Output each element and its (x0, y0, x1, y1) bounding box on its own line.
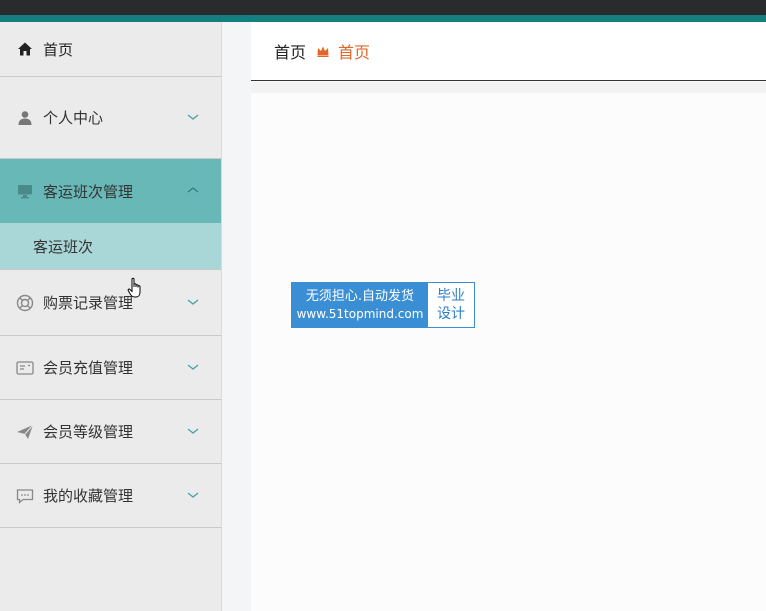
watermark-right-panel: 毕业 设计 (428, 283, 474, 327)
sidebar-item-label: 购票记录管理 (43, 294, 134, 312)
watermark-right-line1: 毕业 (437, 288, 465, 304)
sidebar-item-label: 会员充值管理 (43, 359, 134, 377)
chat-icon (16, 487, 34, 505)
monitor-icon (16, 182, 34, 200)
breadcrumb: 首页 首页 (251, 22, 766, 81)
watermark-badge: 无须担心.自动发货 www.51topmind.com 毕业 设计 (291, 282, 475, 328)
breadcrumb-current: 首页 (338, 43, 371, 62)
paper-plane-icon (16, 423, 34, 441)
sidebar-item-trip-management[interactable]: 客运班次管理 (0, 159, 221, 223)
chevron-down-icon (187, 489, 199, 503)
header-accent-strip (0, 15, 766, 22)
watermark-slogan: 无须担心.自动发货 (305, 288, 415, 304)
sidebar-item-personal-center[interactable]: 个人中心 (0, 77, 221, 159)
watermark-left-panel: 无须担心.自动发货 www.51topmind.com (292, 283, 428, 327)
chevron-up-icon (187, 184, 199, 198)
sidebar-item-member-level[interactable]: 会员等级管理 (0, 400, 221, 464)
sidebar-item-label: 个人中心 (43, 109, 104, 127)
crown-icon (316, 44, 330, 58)
window-top-bar (0, 0, 766, 22)
chevron-down-icon (187, 296, 199, 310)
sidebar-subitem-trips[interactable]: 客运班次 (0, 223, 221, 270)
chevron-down-icon (187, 111, 199, 125)
sidebar-item-label: 我的收藏管理 (43, 487, 134, 505)
watermark-right-line2: 设计 (437, 306, 465, 322)
hand-pointer-cursor-icon (127, 277, 145, 301)
chevron-down-icon (187, 361, 199, 375)
sidebar-item-home[interactable]: 首页 (0, 22, 221, 77)
sidebar-item-favorites[interactable]: 我的收藏管理 (0, 464, 221, 528)
home-icon (16, 40, 34, 58)
content-divider-strip (251, 82, 766, 93)
chevron-down-icon (187, 425, 199, 439)
sidebar-item-label: 会员等级管理 (43, 423, 134, 441)
user-icon (16, 109, 34, 127)
watermark-url: www.51topmind.com (296, 306, 424, 321)
lifebuoy-icon (16, 294, 34, 312)
sidebar: 首页 个人中心 客运班次管理 客运班次 购票记录管理 会员充值管理 会员等级管理… (0, 22, 222, 611)
breadcrumb-home-link[interactable]: 首页 (274, 39, 306, 63)
sidebar-subitem-label: 客运班次 (33, 237, 94, 256)
sidebar-item-label: 首页 (43, 40, 74, 59)
sidebar-item-recharge[interactable]: 会员充值管理 (0, 336, 221, 400)
card-icon (16, 359, 34, 377)
sidebar-item-label: 客运班次管理 (43, 182, 134, 201)
sidebar-item-ticket-records[interactable]: 购票记录管理 (0, 270, 221, 336)
